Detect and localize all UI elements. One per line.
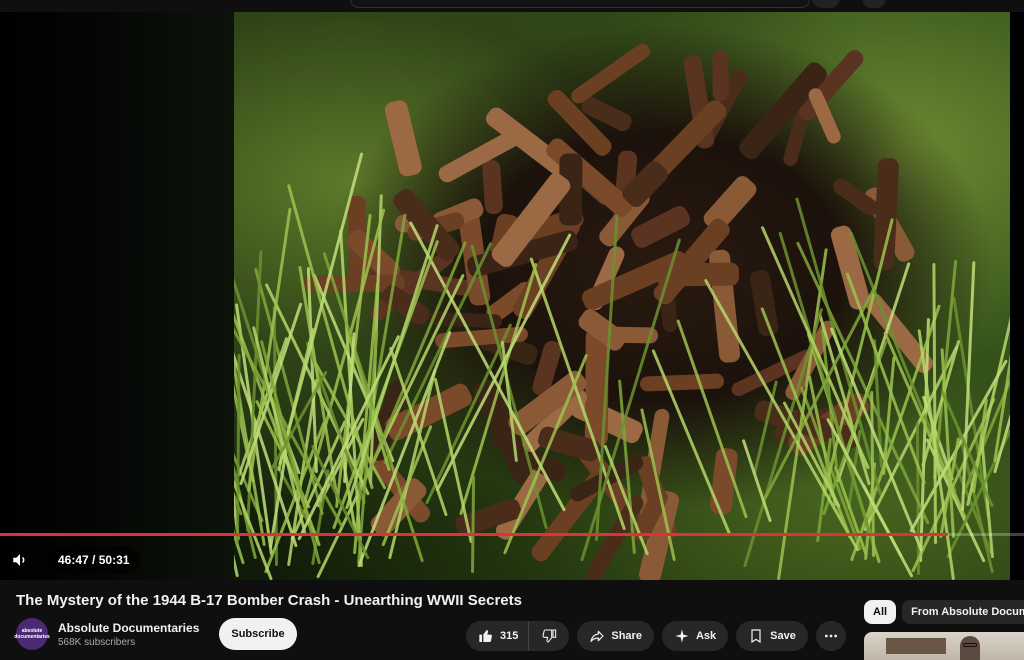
shell-casing [435,123,529,186]
thumbs-down-icon [542,629,557,643]
video-frame[interactable] [234,12,1010,580]
shell-casing [382,98,424,179]
like-button[interactable]: 315 [466,621,530,651]
more-horizontal-icon [824,634,837,638]
sparkle-icon [675,629,689,643]
share-label: Share [611,630,642,642]
player-letterbox-right [1010,12,1024,580]
thumbnail-glasses [963,643,977,647]
voice-search-button[interactable] [862,0,886,8]
avatar-logo-text: absolute documentaries [14,628,50,640]
save-label: Save [770,630,796,642]
search-button[interactable] [812,0,840,8]
save-button[interactable]: Save [736,621,808,651]
shell-casing [712,49,729,102]
channel-row: absolute documentaries Absolute Document… [14,618,297,650]
like-dislike-group: 315 [466,621,570,651]
thumbs-up-icon [479,630,492,642]
subscribe-button[interactable]: Subscribe [219,618,297,650]
video-player[interactable] [0,12,1024,580]
action-bar: 315 Share Ask Save [466,621,846,651]
bookmark-icon [751,629,761,644]
dislike-button[interactable] [529,621,569,651]
player-controls: 46:47 / 50:31 [0,544,142,576]
volume-icon[interactable] [2,544,38,576]
chip-from-channel[interactable]: From Absolute Docume [902,600,1024,624]
shell-casing [639,373,725,392]
thumbnail-person [960,636,980,660]
duration: 50:31 [98,553,130,567]
grass-blade [932,263,937,544]
channel-avatar[interactable]: absolute documentaries [14,618,50,650]
shell-casing [748,269,780,338]
time-separator: / [88,553,99,567]
chip-all[interactable]: All [864,600,897,624]
time-display: 46:47 / 50:31 [46,546,142,574]
shell-casing [568,40,654,107]
player-letterbox-left [0,12,234,580]
video-title: The Mystery of the 1944 B-17 Bomber Cras… [16,592,522,609]
channel-name[interactable]: Absolute Documentaries [58,621,199,635]
top-bar [0,0,1024,12]
current-time: 46:47 [58,553,89,567]
ask-label: Ask [695,630,717,642]
thumbnail-shelf [886,638,946,654]
recommended-video-thumbnail[interactable] [864,632,1024,660]
search-input[interactable] [350,0,810,8]
more-actions-button[interactable] [815,621,846,651]
recommendation-filter-chips: All From Absolute Docume [864,600,1024,624]
shell-casing [482,159,504,214]
progress-bar-played [0,533,949,536]
share-icon [590,630,604,642]
subscriber-count: 568K subscribers [58,636,136,648]
ask-button[interactable]: Ask [661,621,729,651]
like-count: 315 [500,630,519,642]
share-button[interactable]: Share [577,621,654,651]
